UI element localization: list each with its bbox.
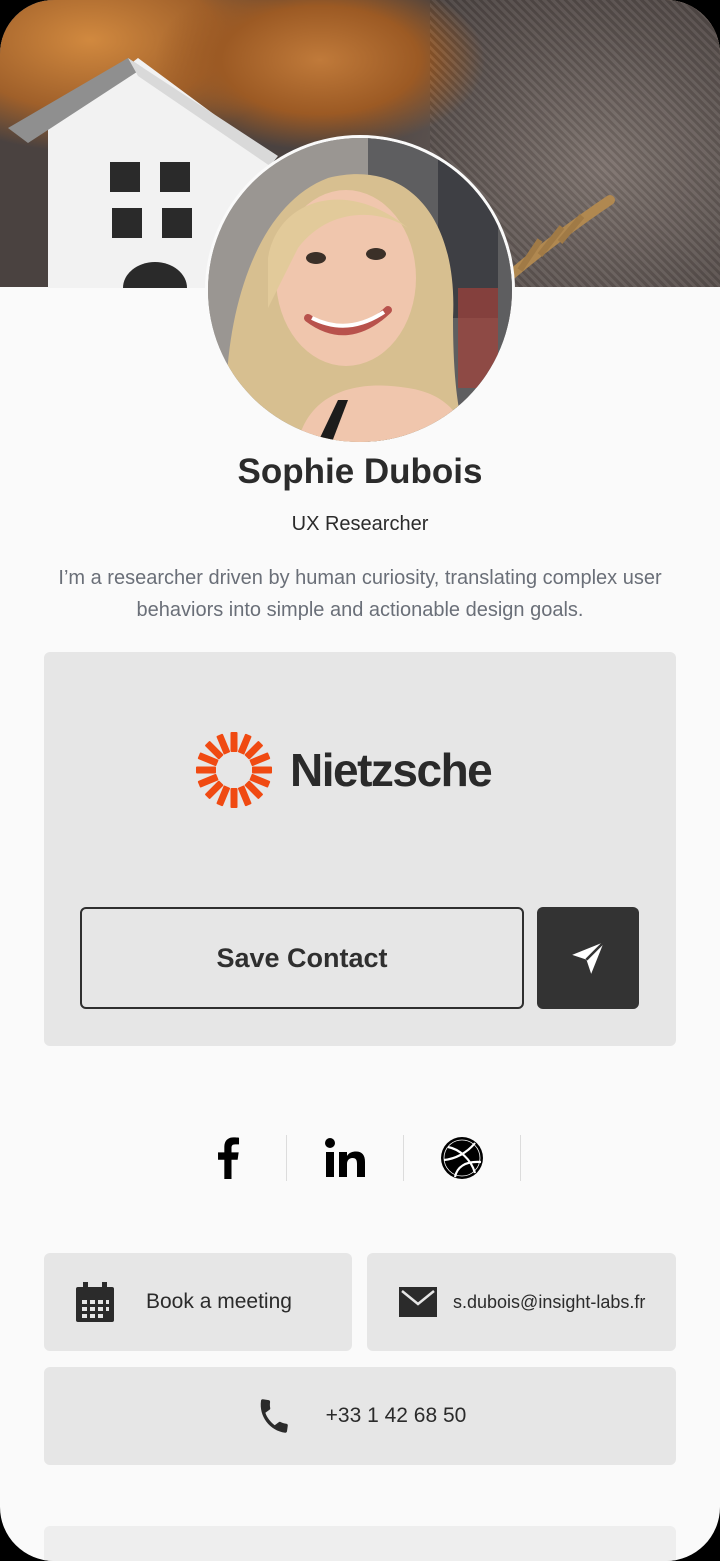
wheat-stalk-image	[500, 195, 615, 285]
avatar	[208, 138, 512, 442]
company-card: Nietzsche Save Contact	[44, 652, 676, 1046]
profile-role: UX Researcher	[291, 513, 429, 535]
facebook-icon	[218, 1137, 240, 1179]
linkedin-icon	[325, 1138, 365, 1177]
dribbble-link[interactable]	[432, 1135, 492, 1181]
email-label: s.dubois@insight-labs.fr	[453, 1291, 646, 1312]
facebook-link[interactable]	[198, 1135, 258, 1181]
phone-label: +33 1 42 68 50	[325, 1404, 467, 1427]
book-meeting-button[interactable]: Book a meeting	[44, 1253, 352, 1351]
dribbble-icon	[441, 1137, 483, 1179]
social-links	[170, 1135, 550, 1181]
profile-name: Sophie Dubois	[237, 452, 483, 491]
sunburst-logo-icon	[196, 732, 272, 808]
linkedin-link[interactable]	[315, 1135, 375, 1181]
save-contact-label: Save Contact	[216, 942, 388, 973]
phone-button[interactable]: +33 1 42 68 50	[44, 1367, 676, 1465]
company-name: Nietzsche	[290, 744, 493, 796]
email-button[interactable]: s.dubois@insight-labs.fr	[367, 1253, 676, 1351]
next-section-card	[44, 1526, 676, 1561]
save-contact-button[interactable]: Save Contact	[80, 907, 524, 1009]
company-logo: Nietzsche	[194, 730, 493, 810]
social-divider	[520, 1135, 521, 1181]
phone-icon	[260, 1399, 288, 1433]
profile-bio: I’m a researcher driven by human curiosi…	[58, 567, 662, 621]
profile-page: Sophie Dubois UX Researcher I’m a resear…	[0, 0, 720, 1561]
share-button[interactable]	[537, 907, 639, 1009]
book-meeting-label: Book a meeting	[146, 1290, 292, 1313]
paper-plane-icon	[572, 941, 605, 974]
calendar-icon	[76, 1282, 114, 1322]
avatar-photo	[208, 138, 512, 442]
envelope-icon	[399, 1287, 437, 1317]
social-divider	[403, 1135, 404, 1181]
social-divider	[286, 1135, 287, 1181]
